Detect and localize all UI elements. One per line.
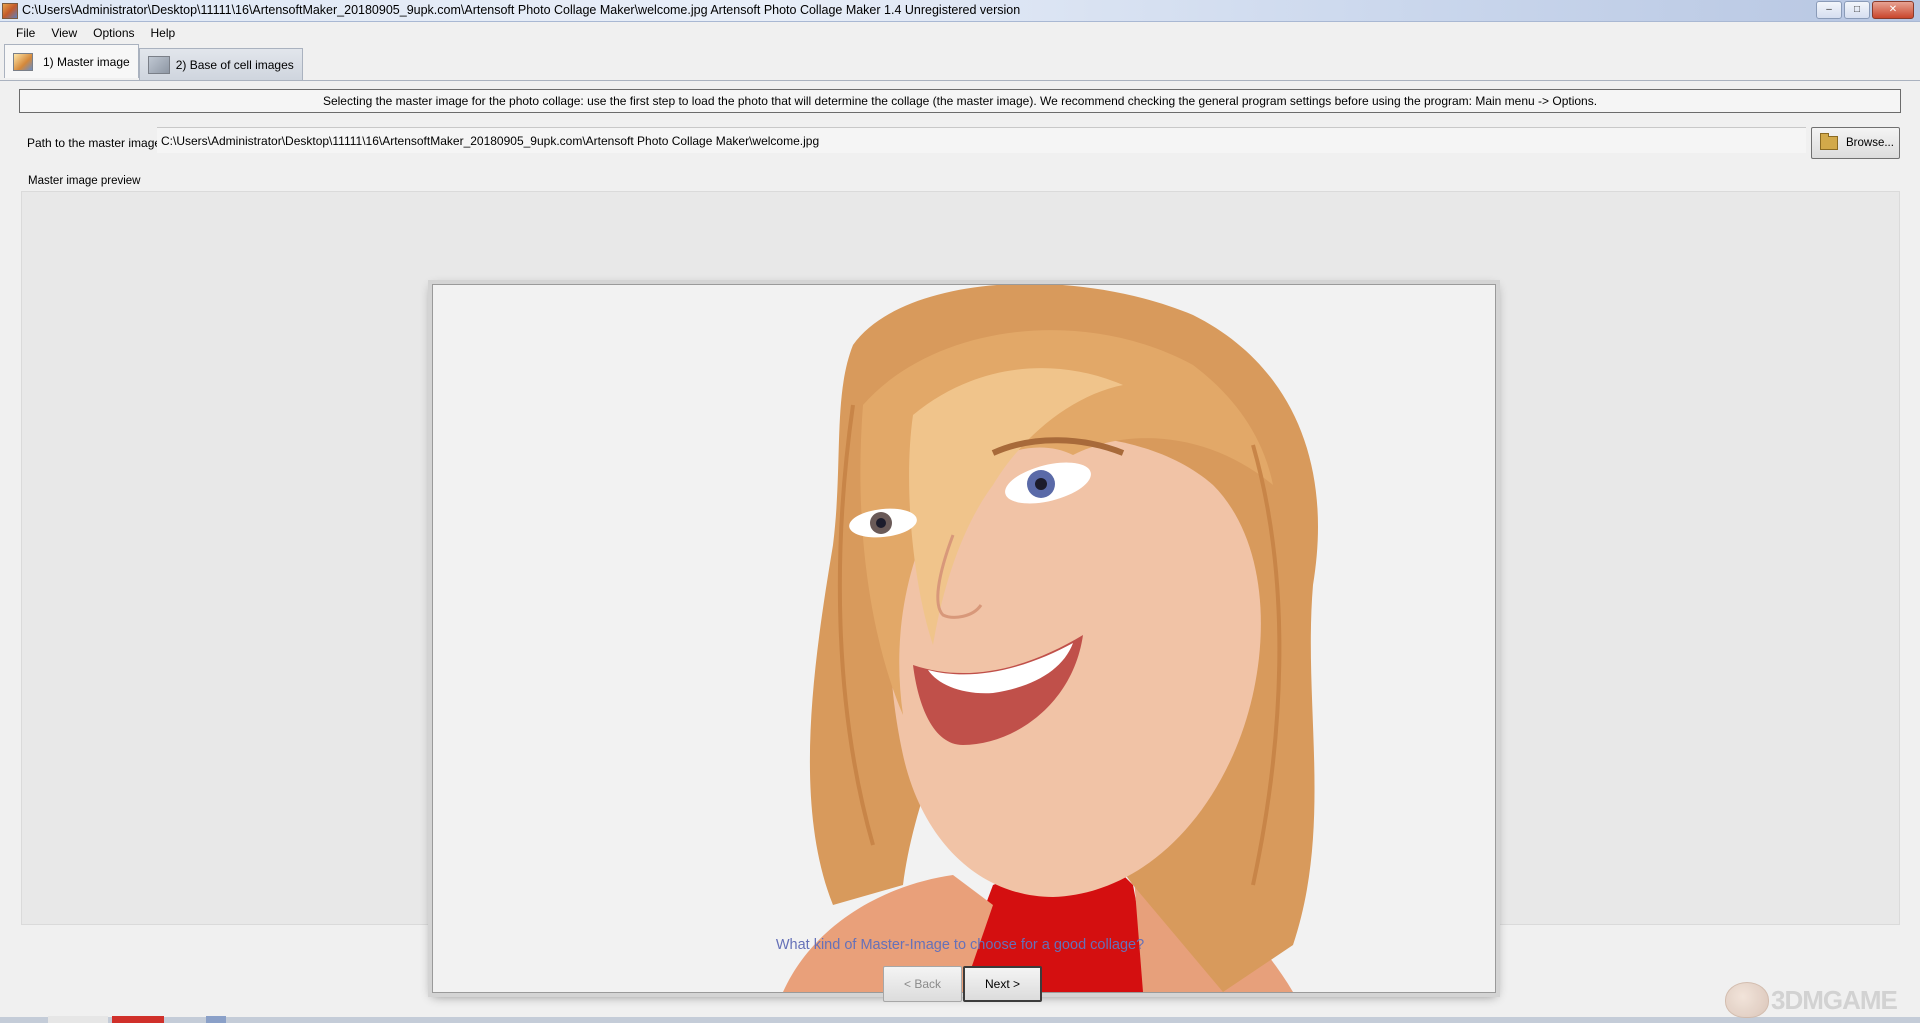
taskbar-strip [0,1017,1920,1023]
master-image-path-field[interactable]: C:\Users\Administrator\Desktop\11111\16\… [157,127,1806,153]
tab-cell-images[interactable]: 2) Base of cell images [138,48,303,80]
close-button[interactable]: ✕ [1872,1,1914,19]
step-description: Selecting the master image for the photo… [19,89,1901,113]
back-button[interactable]: < Back [883,966,962,1002]
browse-button[interactable]: Browse... [1811,127,1900,159]
taskbar-item[interactable] [112,1016,164,1023]
window-controls: – □ ✕ [1816,1,1914,19]
folder-icon [1820,133,1838,150]
title-bar: C:\Users\Administrator\Desktop\11111\16\… [0,0,1920,22]
mascot-logo-icon [1725,982,1769,1018]
menu-options[interactable]: Options [85,22,142,44]
menu-bar: File View Options Help [0,22,1920,44]
portrait-illustration [433,285,1495,992]
master-image-panel: Selecting the master image for the photo… [0,80,1920,1019]
preview-group-label: Master image preview [28,175,141,187]
minimize-button[interactable]: – [1816,1,1842,19]
tab-cell-images-label: 2) Base of cell images [175,57,294,72]
master-image-icon [13,52,33,71]
menu-file[interactable]: File [8,22,43,44]
taskbar-item[interactable] [206,1016,226,1023]
watermark-text: 3DMGAME [1771,984,1898,1015]
maximize-button[interactable]: □ [1844,1,1870,19]
window-title: C:\Users\Administrator\Desktop\11111\16\… [22,3,1021,17]
next-button[interactable]: Next > [963,966,1042,1002]
tab-master-image-label: 1) Master image [43,54,130,69]
master-image-photo [432,284,1496,993]
path-label: Path to the master image: [27,136,165,150]
site-watermark: 3DMGAME [1725,980,1915,1020]
app-icon [2,3,18,19]
taskbar-item[interactable] [48,1016,108,1023]
step-tabs: 1) Master image 2) Base of cell images [4,44,303,80]
tab-master-image[interactable]: 1) Master image [4,44,139,78]
menu-help[interactable]: Help [143,22,184,44]
cell-images-icon [147,55,170,74]
browse-button-label: Browse... [1846,137,1894,149]
master-image-preview [21,191,1900,993]
master-image-help-link[interactable]: What kind of Master-Image to choose for … [0,937,1920,953]
menu-view[interactable]: View [43,22,85,44]
